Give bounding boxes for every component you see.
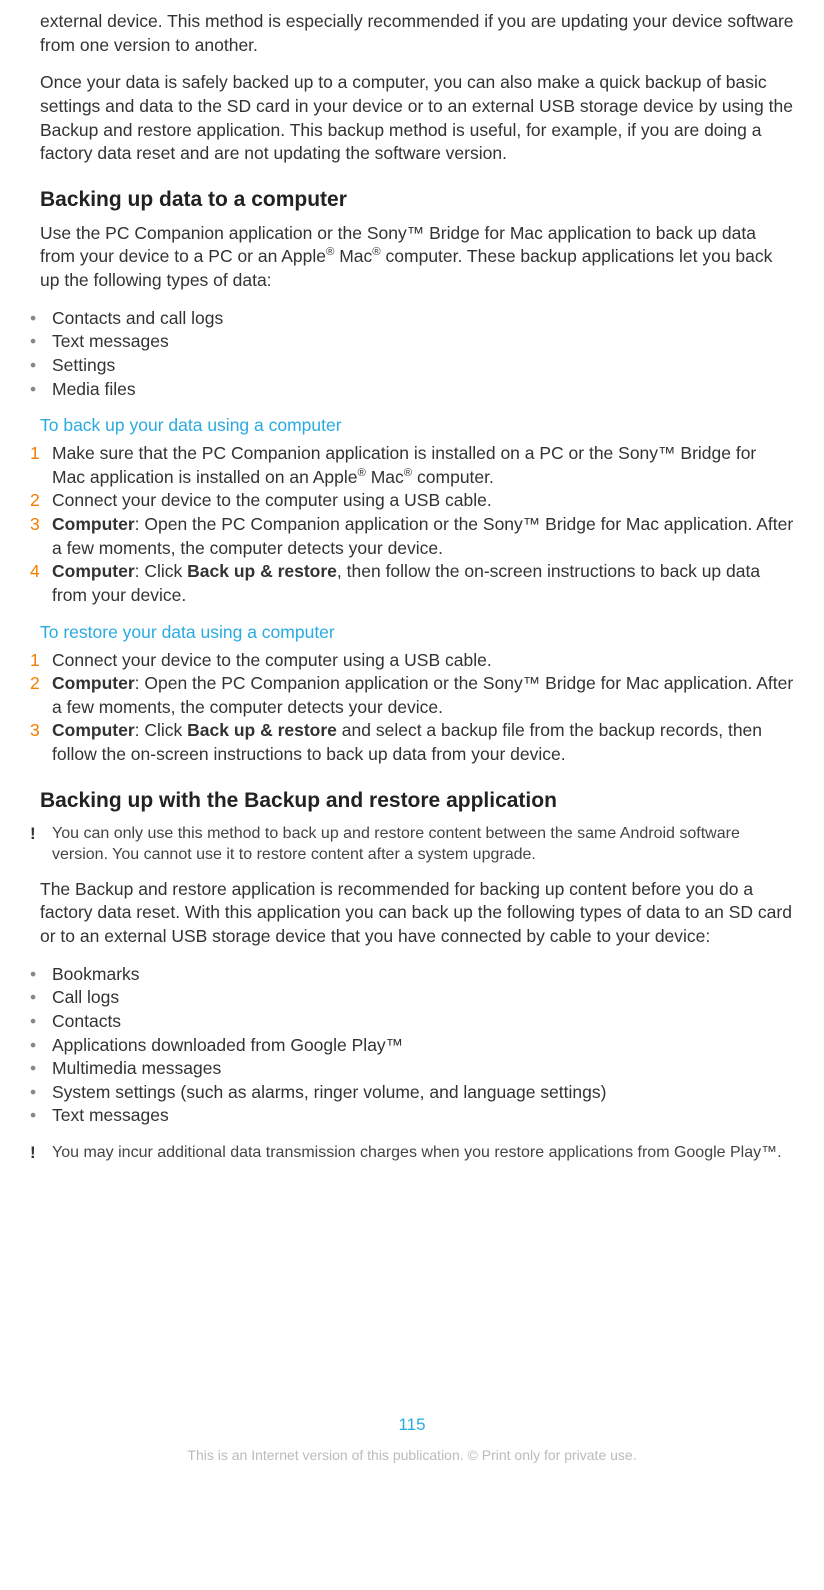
bullet-text: Settings bbox=[52, 354, 794, 378]
bullet-item: •Media files bbox=[30, 378, 794, 402]
ordered-item: 2Connect your device to the computer usi… bbox=[30, 489, 794, 513]
bullet-item: •Contacts and call logs bbox=[30, 307, 794, 331]
bullet-item: •Call logs bbox=[30, 986, 794, 1010]
step-number: 1 bbox=[30, 649, 52, 673]
step-text: Connect your device to the computer usin… bbox=[52, 649, 794, 673]
bullet-text: Text messages bbox=[52, 1104, 794, 1128]
step-number: 3 bbox=[30, 719, 52, 743]
ordered-item: 2Computer: Open the PC Companion applica… bbox=[30, 672, 794, 719]
bullet-item: •Settings bbox=[30, 354, 794, 378]
page-content: external device. This method is especial… bbox=[0, 0, 824, 1493]
bullet-text: Text messages bbox=[52, 330, 794, 354]
section2-paragraph: The Backup and restore application is re… bbox=[40, 878, 794, 949]
step-text: Make sure that the PC Companion applicat… bbox=[52, 442, 794, 489]
note1: ! You can only use this method to back u… bbox=[30, 823, 794, 866]
bullet-text: Media files bbox=[52, 378, 794, 402]
bullet-marker: • bbox=[30, 354, 52, 378]
step-text: Connect your device to the computer usin… bbox=[52, 489, 794, 513]
bullet-item: •Bookmarks bbox=[30, 963, 794, 987]
bullet-marker: • bbox=[30, 1034, 52, 1058]
ordered-item: 4Computer: Click Back up & restore, then… bbox=[30, 560, 794, 607]
ordered-item: 1Make sure that the PC Companion applica… bbox=[30, 442, 794, 489]
sub1-title: To back up your data using a computer bbox=[40, 415, 794, 436]
bullet-marker: • bbox=[30, 1104, 52, 1128]
page-number: 115 bbox=[30, 1415, 794, 1435]
bullet-marker: • bbox=[30, 1010, 52, 1034]
bullet-marker: • bbox=[30, 330, 52, 354]
ordered-item: 3Computer: Click Back up & restore and s… bbox=[30, 719, 794, 766]
ordered-item: 3Computer: Open the PC Companion applica… bbox=[30, 513, 794, 560]
section2-bullets: •Bookmarks•Call logs•Contacts•Applicatio… bbox=[30, 963, 794, 1128]
section2-title: Backing up with the Backup and restore a… bbox=[40, 789, 794, 813]
sub2-list: 1Connect your device to the computer usi… bbox=[30, 649, 794, 767]
step-text: Computer: Click Back up & restore and se… bbox=[52, 719, 794, 766]
step-number: 2 bbox=[30, 672, 52, 696]
bullet-marker: • bbox=[30, 963, 52, 987]
step-number: 2 bbox=[30, 489, 52, 513]
section1-bullets: •Contacts and call logs•Text messages•Se… bbox=[30, 307, 794, 402]
bullet-marker: • bbox=[30, 1081, 52, 1105]
step-text: Computer: Open the PC Companion applicat… bbox=[52, 513, 794, 560]
bullet-text: Multimedia messages bbox=[52, 1057, 794, 1081]
bullet-item: •System settings (such as alarms, ringer… bbox=[30, 1081, 794, 1105]
bullet-item: •Multimedia messages bbox=[30, 1057, 794, 1081]
bullet-item: •Text messages bbox=[30, 330, 794, 354]
step-number: 3 bbox=[30, 513, 52, 537]
step-number: 4 bbox=[30, 560, 52, 584]
note2: ! You may incur additional data transmis… bbox=[30, 1142, 794, 1165]
section1-title: Backing up data to a computer bbox=[40, 188, 794, 212]
bullet-text: Bookmarks bbox=[52, 963, 794, 987]
note1-text: You can only use this method to back up … bbox=[52, 823, 794, 866]
bullet-text: Contacts bbox=[52, 1010, 794, 1034]
bullet-text: System settings (such as alarms, ringer … bbox=[52, 1081, 794, 1105]
bullet-marker: • bbox=[30, 378, 52, 402]
bullet-marker: • bbox=[30, 307, 52, 331]
bullet-text: Contacts and call logs bbox=[52, 307, 794, 331]
sub2-title: To restore your data using a computer bbox=[40, 622, 794, 643]
intro-p1: external device. This method is especial… bbox=[40, 10, 794, 57]
note2-text: You may incur additional data transmissi… bbox=[52, 1142, 794, 1164]
bullet-item: •Contacts bbox=[30, 1010, 794, 1034]
section1-paragraph: Use the PC Companion application or the … bbox=[40, 222, 794, 293]
bullet-text: Applications downloaded from Google Play… bbox=[52, 1034, 794, 1058]
footer-text: This is an Internet version of this publ… bbox=[30, 1447, 794, 1463]
warning-icon: ! bbox=[30, 1142, 52, 1165]
intro-p2: Once your data is safely backed up to a … bbox=[40, 71, 794, 166]
bullet-item: •Applications downloaded from Google Pla… bbox=[30, 1034, 794, 1058]
bullet-text: Call logs bbox=[52, 986, 794, 1010]
warning-icon: ! bbox=[30, 823, 52, 846]
bullet-marker: • bbox=[30, 986, 52, 1010]
step-text: Computer: Open the PC Companion applicat… bbox=[52, 672, 794, 719]
ordered-item: 1Connect your device to the computer usi… bbox=[30, 649, 794, 673]
step-number: 1 bbox=[30, 442, 52, 466]
sub1-list: 1Make sure that the PC Companion applica… bbox=[30, 442, 794, 607]
step-text: Computer: Click Back up & restore, then … bbox=[52, 560, 794, 607]
bullet-item: •Text messages bbox=[30, 1104, 794, 1128]
bullet-marker: • bbox=[30, 1057, 52, 1081]
